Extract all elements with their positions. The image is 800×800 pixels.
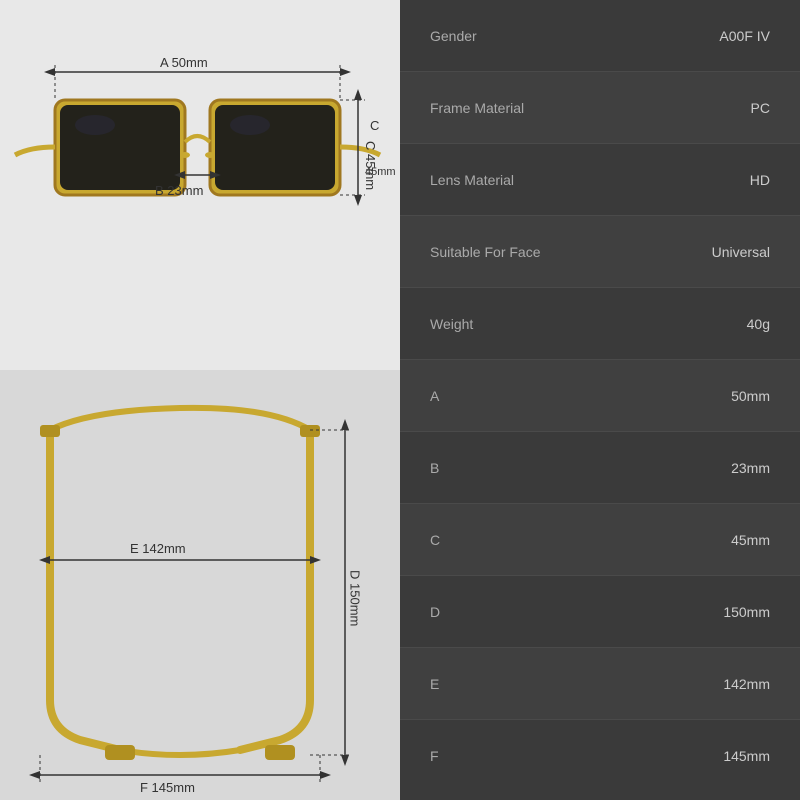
svg-text:C 45mm: C 45mm (363, 141, 378, 190)
spec-value: PC (751, 100, 770, 116)
spec-value: 50mm (731, 388, 770, 404)
svg-text:45mm: 45mm (365, 166, 396, 178)
spec-label: Gender (430, 28, 477, 44)
spec-value: Universal (712, 244, 770, 260)
spec-label: A (430, 388, 439, 404)
spec-row: Gender A00F IV (400, 0, 800, 72)
spec-row: Suitable For Face Universal (400, 216, 800, 288)
right-panel: Gender A00F IV Frame Material PC Lens Materi… (400, 0, 800, 800)
spec-label: Frame Material (430, 100, 524, 116)
left-panel: A 50mm B 23mm C 45mm C 45mm (0, 0, 400, 800)
svg-text:F 145mm: F 145mm (140, 780, 195, 795)
spec-label: Lens Material (430, 172, 514, 188)
spec-value: A00F IV (719, 28, 770, 44)
spec-row: Lens Material HD (400, 144, 800, 216)
diagram-bottom: D 150mm E 142mm F 145mm (0, 370, 400, 800)
spec-label: Suitable For Face (430, 244, 541, 260)
svg-text:C: C (370, 118, 379, 133)
spec-row: F 145mm (400, 720, 800, 792)
spec-row: C 45mm (400, 504, 800, 576)
spec-label: C (430, 532, 440, 548)
spec-value: 40g (747, 316, 770, 332)
svg-text:E 142mm: E 142mm (130, 541, 186, 556)
svg-text:D 150mm: D 150mm (348, 570, 363, 626)
spec-value: HD (750, 172, 770, 188)
spec-row: E 142mm (400, 648, 800, 720)
spec-value: 23mm (731, 460, 770, 476)
spec-row: B 23mm (400, 432, 800, 504)
spec-row: Frame Material PC (400, 72, 800, 144)
spec-row: D 150mm (400, 576, 800, 648)
spec-value: 142mm (723, 676, 770, 692)
spec-value: 145mm (723, 748, 770, 764)
svg-text:B 23mm: B 23mm (155, 183, 203, 198)
spec-label: F (430, 748, 439, 764)
spec-label: D (430, 604, 440, 620)
spec-value: 45mm (731, 532, 770, 548)
spec-label: B (430, 460, 439, 476)
spec-label: Weight (430, 316, 473, 332)
spec-label: E (430, 676, 439, 692)
spec-row: A 50mm (400, 360, 800, 432)
diagram-top: A 50mm B 23mm C 45mm C 45mm (0, 0, 400, 370)
spec-value: 150mm (723, 604, 770, 620)
svg-text:A 50mm: A 50mm (160, 55, 208, 70)
spec-row: Weight 40g (400, 288, 800, 360)
